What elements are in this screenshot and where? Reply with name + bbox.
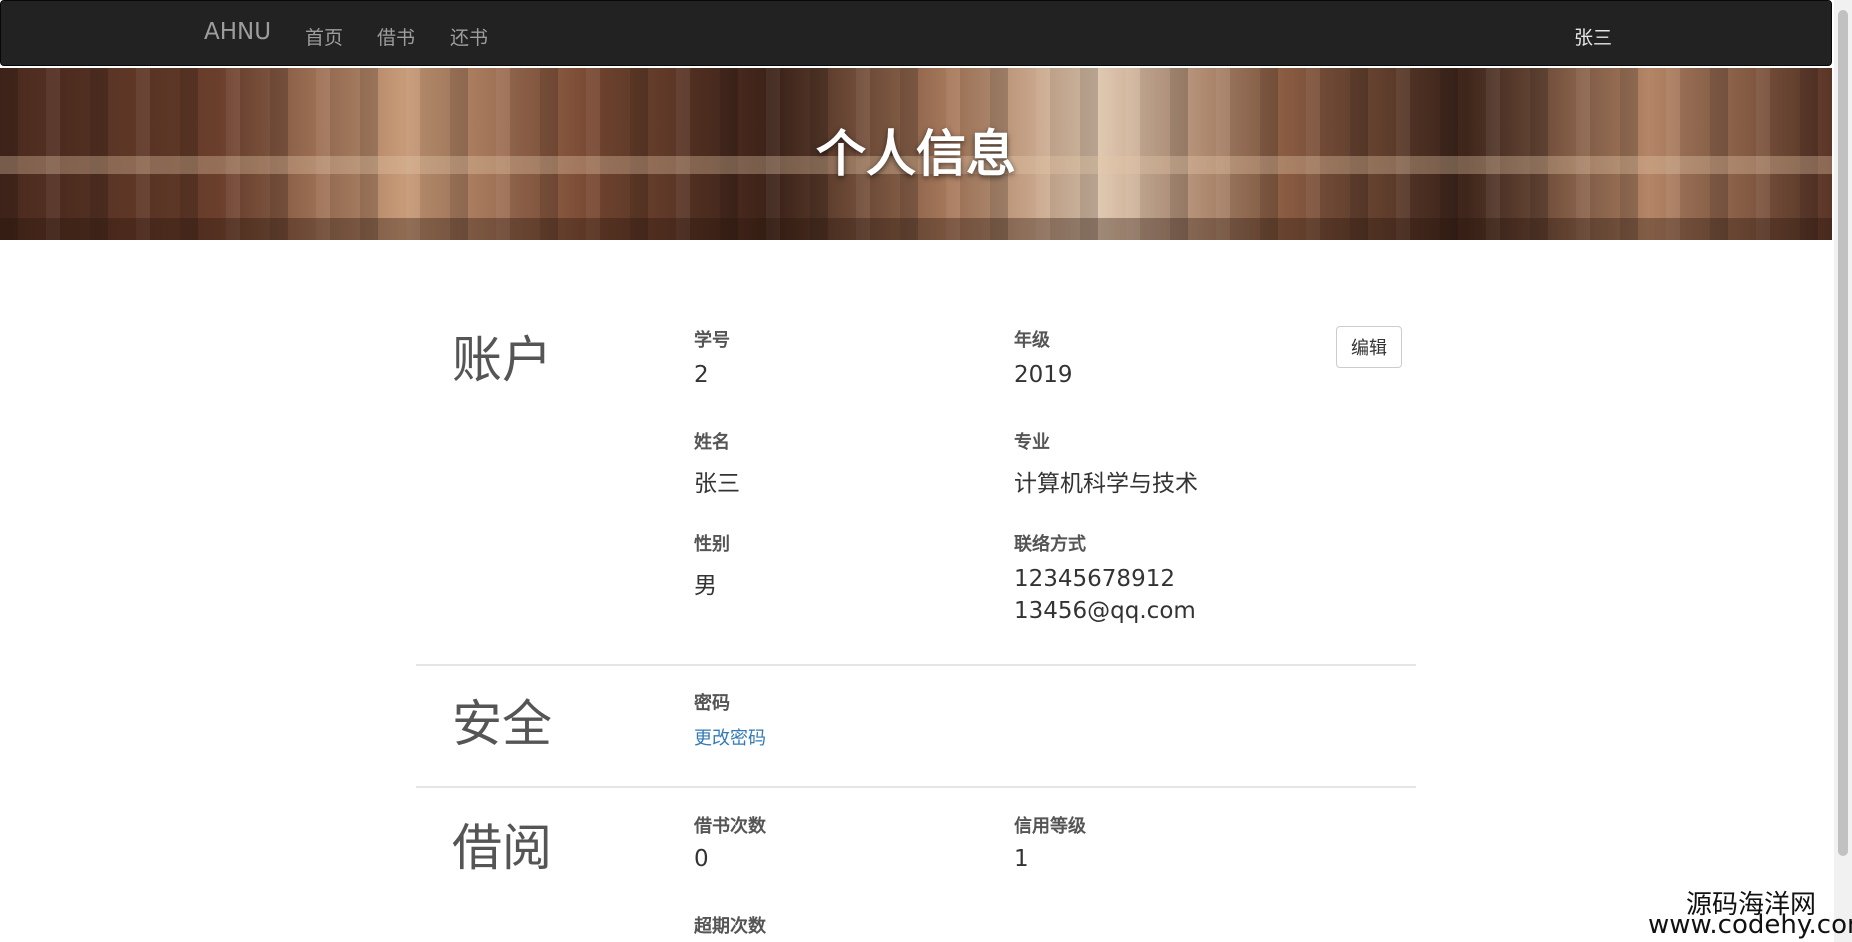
section-title-borrow: 借阅 (452, 819, 552, 877)
header-banner: 个人信息 (0, 68, 1832, 240)
grade-label: 年级 (1014, 330, 1050, 351)
page-scrollbar-thumb[interactable] (1838, 10, 1848, 856)
nav-borrow-link[interactable]: 借书 (377, 23, 415, 50)
borrow-count-value: 0 (694, 846, 709, 872)
gender-label: 性别 (694, 534, 730, 555)
contact-label: 联络方式 (1014, 534, 1086, 555)
major-label: 专业 (1014, 432, 1050, 453)
nav-return-link[interactable]: 还书 (450, 23, 488, 50)
contact-email-value: 13456@qq.com (1014, 598, 1196, 624)
overdue-count-label: 超期次数 (694, 916, 766, 937)
credit-level-value: 1 (1014, 846, 1029, 872)
page-title: 个人信息 (816, 125, 1016, 183)
change-password-link[interactable]: 更改密码 (694, 724, 766, 750)
name-value: 张三 (694, 471, 740, 497)
contact-phone-value: 12345678912 (1014, 566, 1175, 592)
student-id-label: 学号 (694, 330, 730, 351)
section-divider (416, 664, 1416, 666)
password-label: 密码 (694, 693, 730, 714)
name-label: 姓名 (694, 432, 730, 453)
credit-level-label: 信用等级 (1014, 816, 1086, 837)
nav-home-link[interactable]: 首页 (305, 23, 343, 50)
grade-value: 2019 (1014, 362, 1073, 388)
watermark-url: www.codehy.com (1648, 910, 1852, 940)
section-title-security: 安全 (452, 695, 552, 753)
user-menu[interactable]: 张三 (1574, 23, 1612, 50)
section-title-account: 账户 (452, 331, 552, 389)
edit-button[interactable]: 编辑 (1336, 326, 1402, 368)
brand-link[interactable]: AHNU (204, 19, 271, 45)
top-navbar: AHNU 首页 借书 还书 张三 (0, 0, 1832, 66)
gender-value: 男 (694, 573, 717, 599)
borrow-count-label: 借书次数 (694, 816, 766, 837)
section-divider (416, 786, 1416, 788)
student-id-value: 2 (694, 362, 709, 388)
major-value: 计算机科学与技术 (1014, 471, 1198, 497)
